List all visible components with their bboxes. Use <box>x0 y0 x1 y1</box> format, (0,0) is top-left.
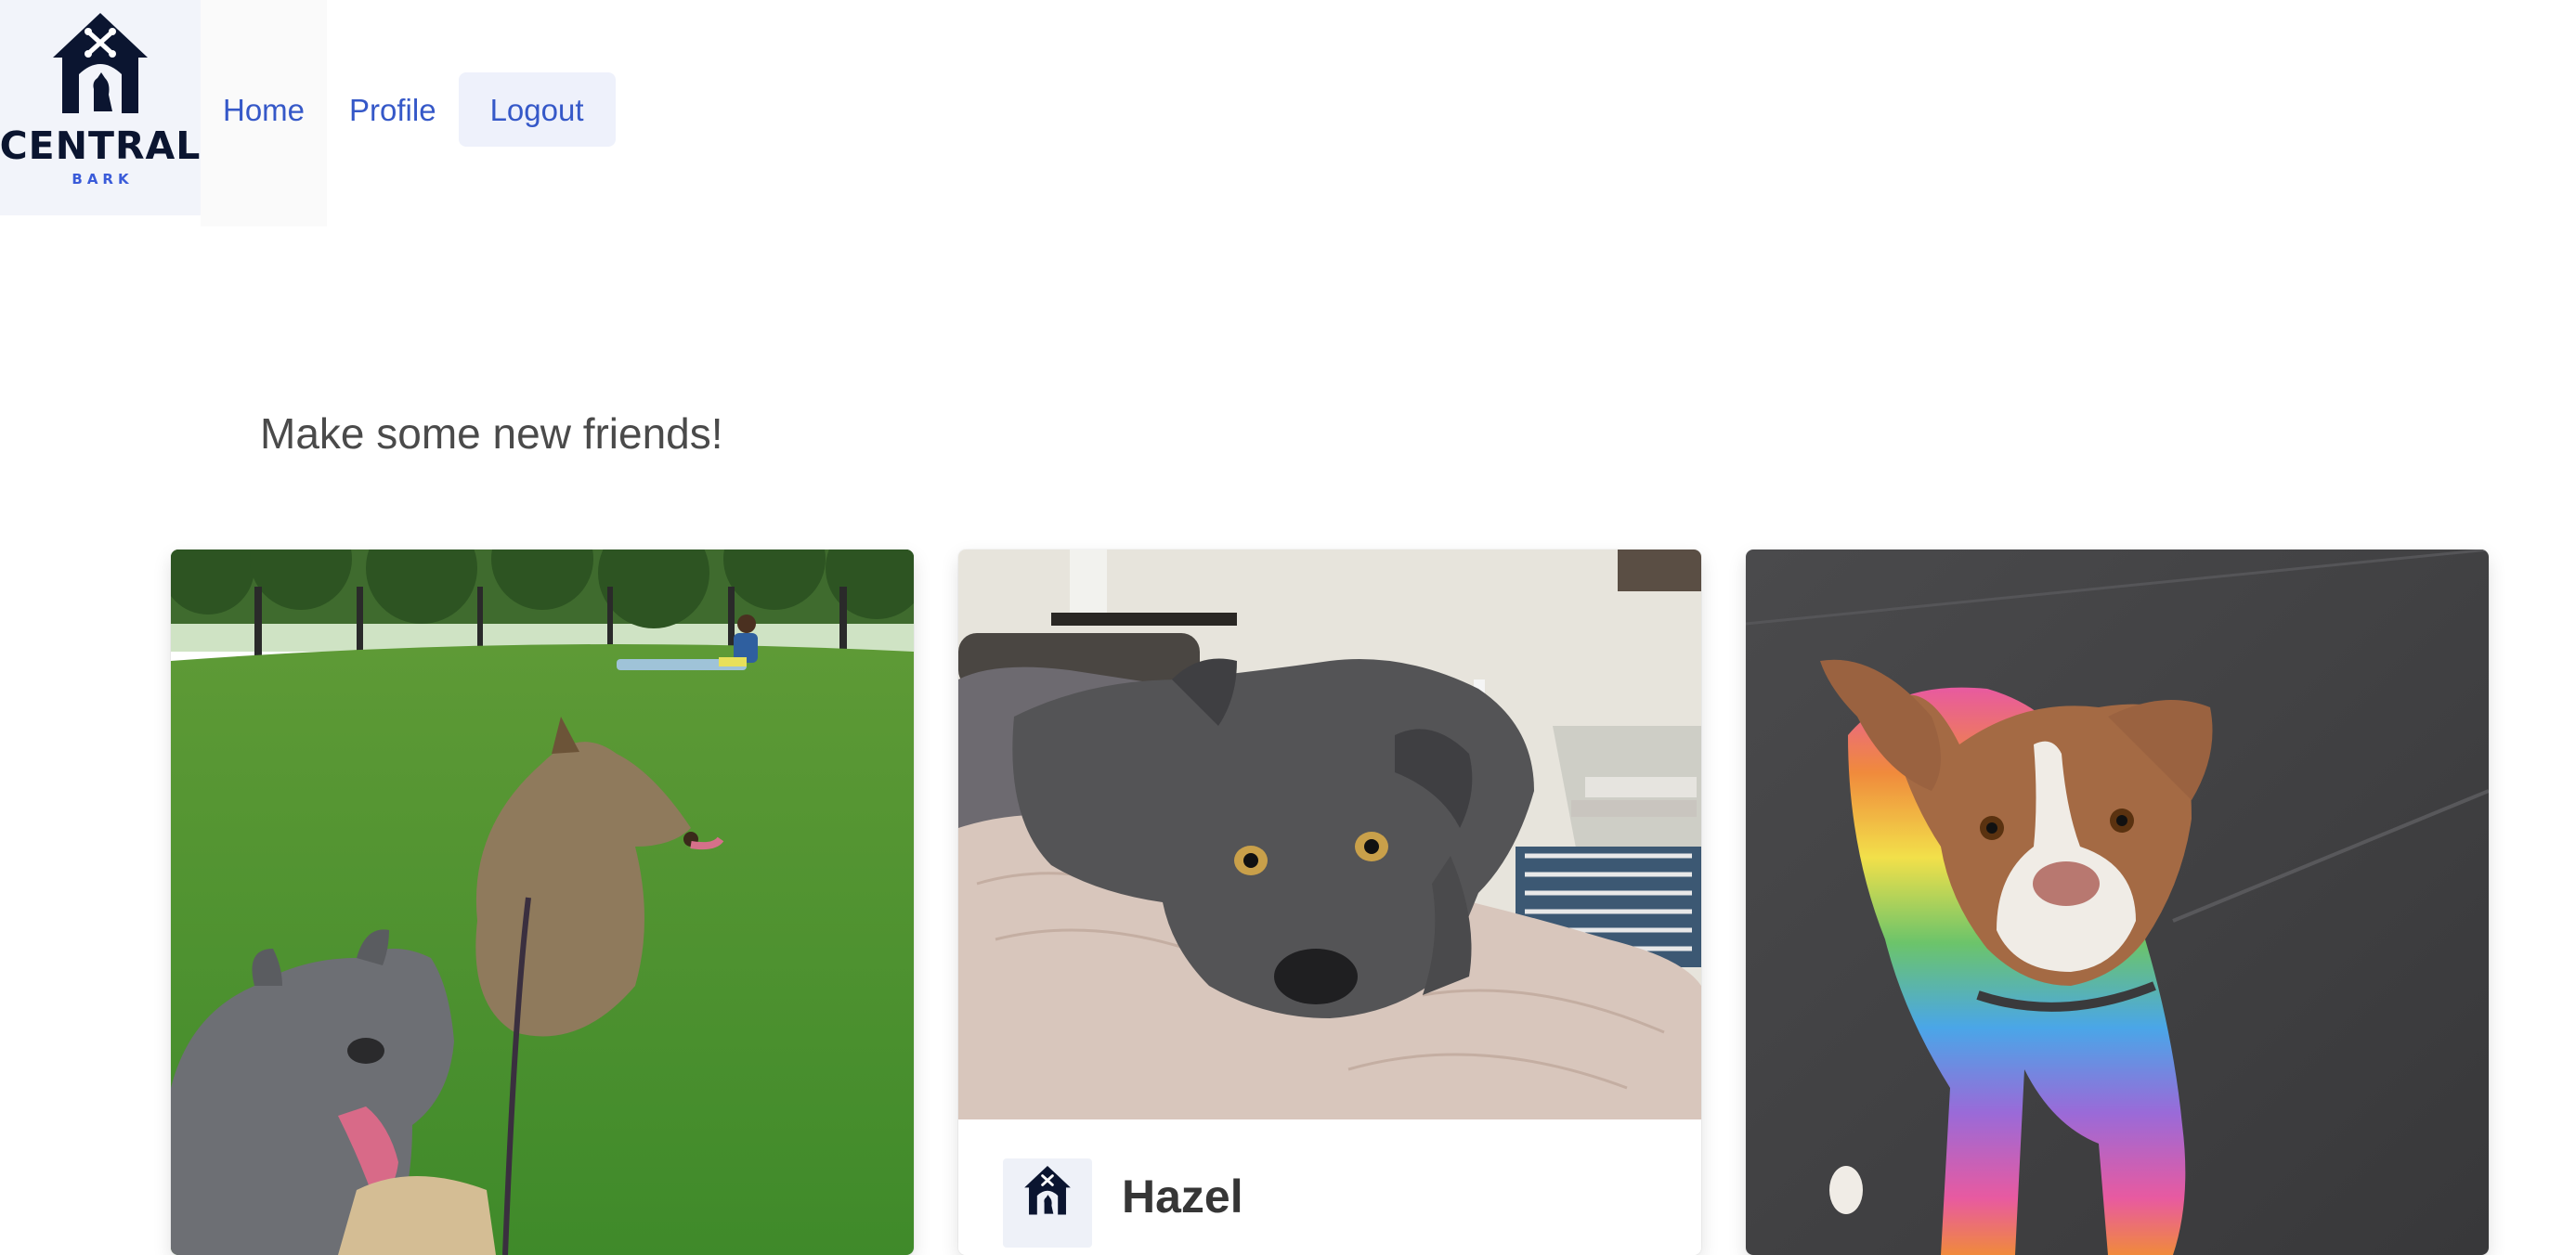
profile-link[interactable]: Profile <box>349 95 436 125</box>
brand-name: CENTRAL <box>0 123 202 168</box>
nav-item-home: Home <box>201 0 328 226</box>
navbar: CENTRAL BARK Home Profile Logout <box>0 0 616 226</box>
dog-photo <box>1746 550 2489 1255</box>
dog-photo <box>171 550 914 1255</box>
dog-photo <box>958 550 1701 1119</box>
card-title: Hazel <box>1122 1171 1243 1223</box>
brand-subtitle: BARK <box>72 171 134 188</box>
dog-house-avatar-icon <box>1024 1165 1071 1215</box>
card-content: Hazel <box>958 1119 1701 1255</box>
home-link[interactable]: Home <box>223 95 305 125</box>
dog-card[interactable]: Hazel <box>958 550 1701 1255</box>
dog-house-logo-icon <box>53 13 148 113</box>
page-title: Make some new friends! <box>260 409 723 458</box>
nav-item-profile: Profile <box>327 0 459 226</box>
dog-card[interactable] <box>1746 550 2489 1255</box>
avatar <box>1003 1158 1092 1248</box>
logout-button[interactable]: Logout <box>458 72 616 147</box>
dog-card[interactable] <box>171 550 914 1255</box>
brand-logo[interactable]: CENTRAL BARK <box>0 0 201 215</box>
logout-label: Logout <box>489 92 584 127</box>
